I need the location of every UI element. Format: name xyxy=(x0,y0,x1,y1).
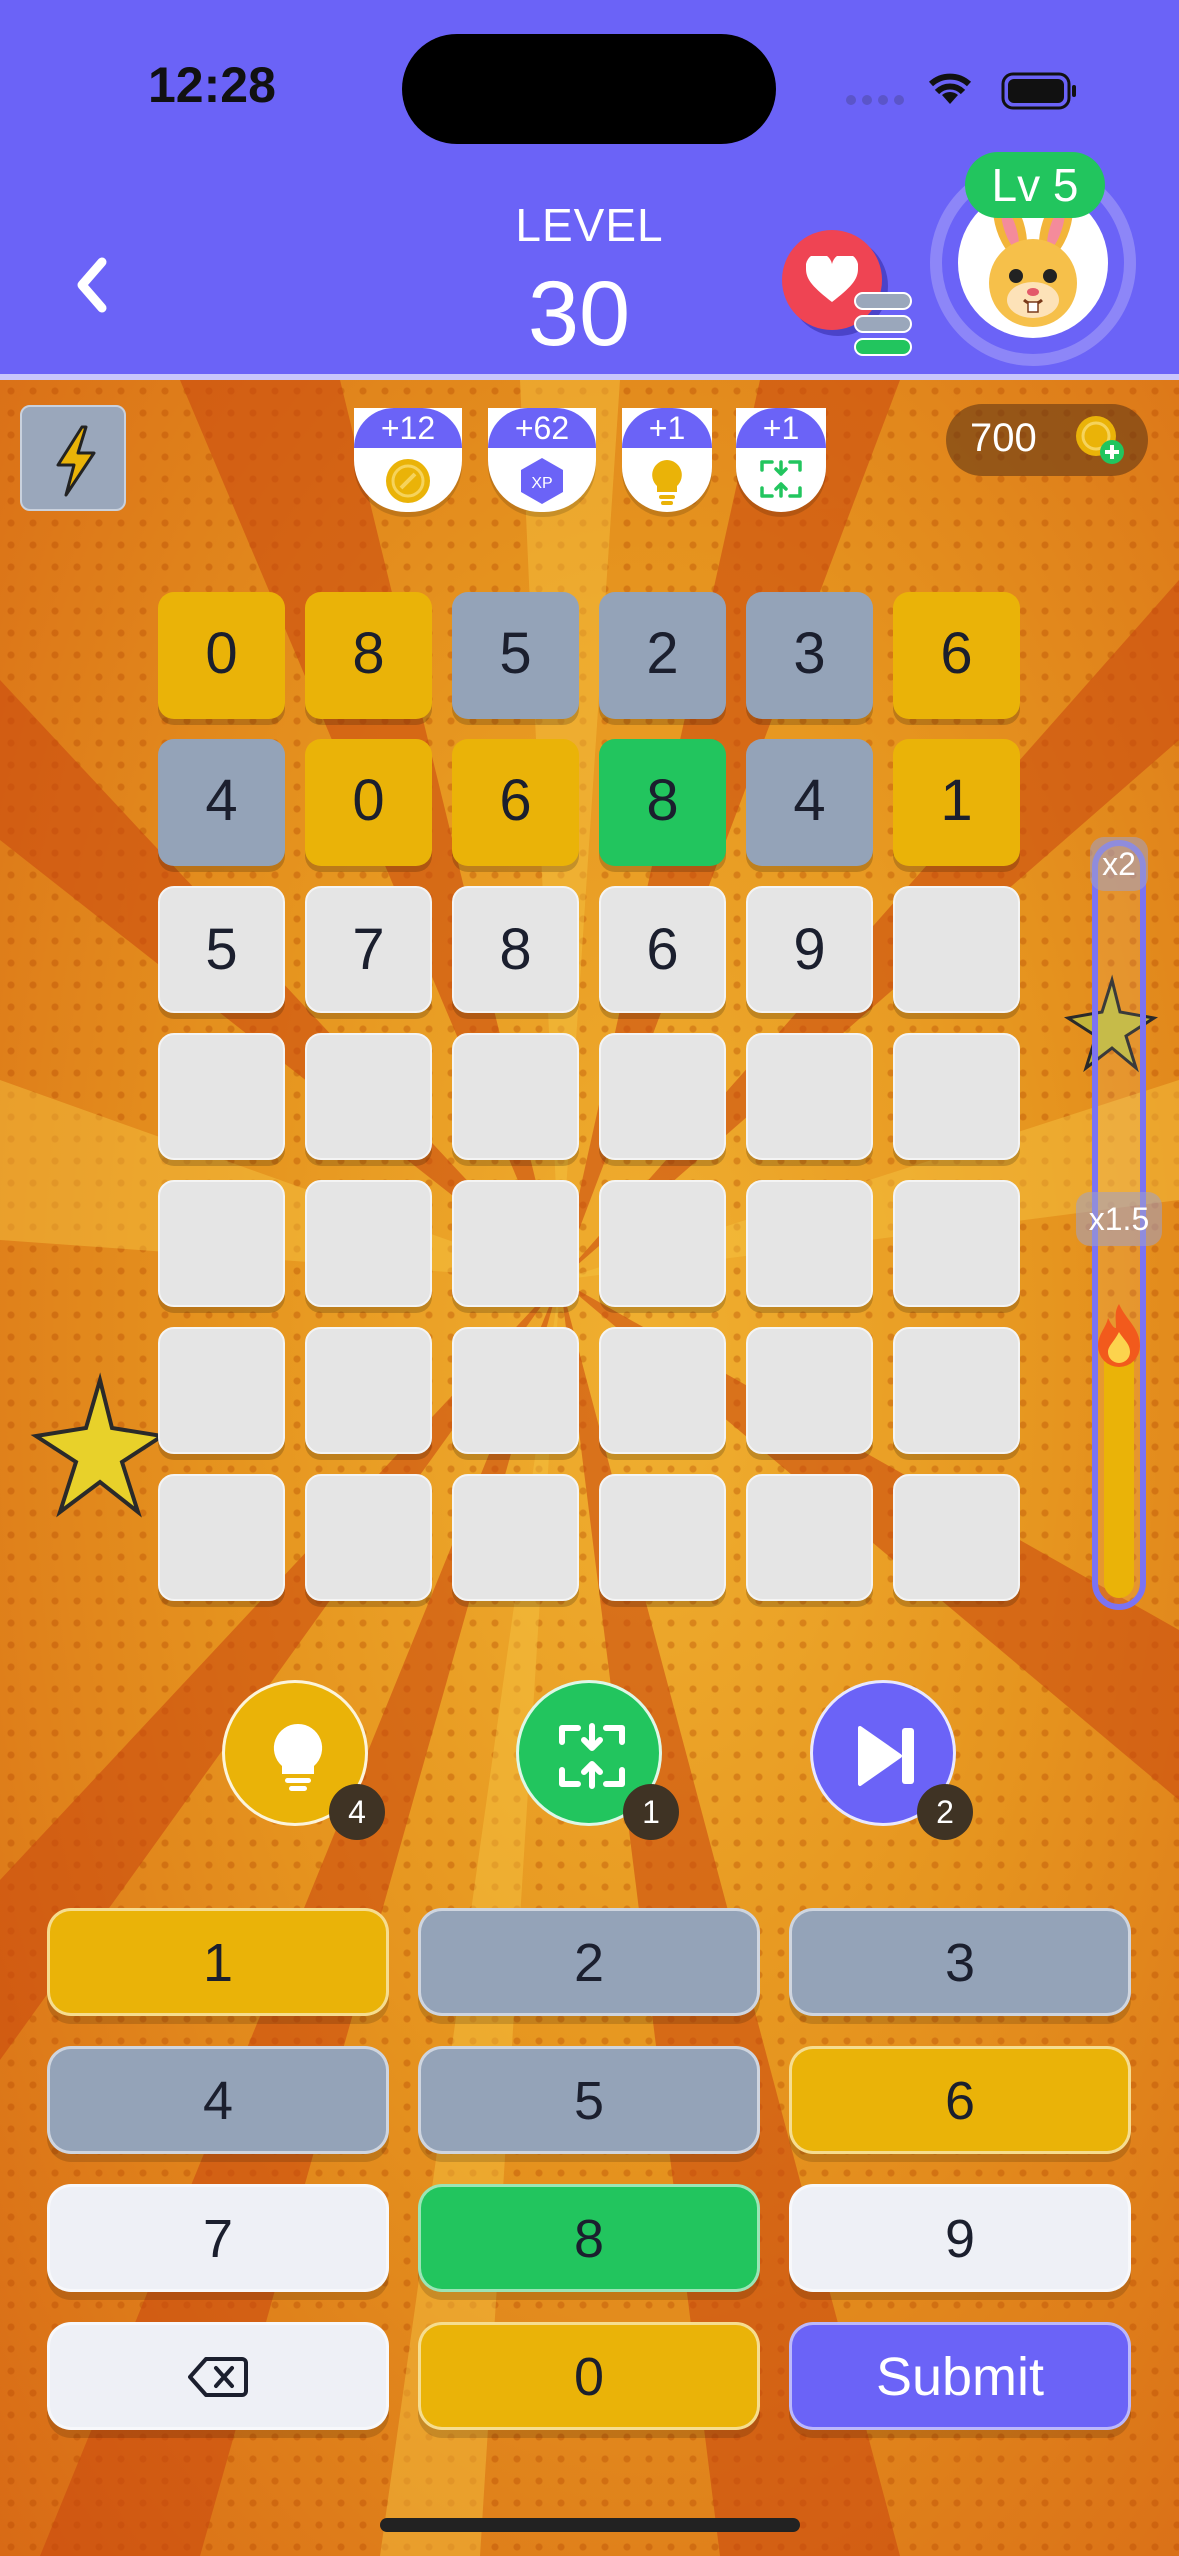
lightning-bolt-icon xyxy=(56,425,96,497)
lightbulb-icon xyxy=(273,1723,323,1791)
grid-cell[interactable] xyxy=(158,1180,285,1307)
grid-cell[interactable]: 7 xyxy=(305,886,432,1013)
multiplier-mid-label: x1.5 xyxy=(1076,1192,1162,1246)
digit-key[interactable]: 0 xyxy=(418,2322,760,2430)
reward-hint: +1 xyxy=(622,408,712,512)
digit-key[interactable]: 5 xyxy=(418,2046,760,2154)
reward-xp: +62 XP xyxy=(488,408,596,512)
swap-count-badge: 1 xyxy=(623,1784,679,1840)
flame-icon xyxy=(1098,1304,1140,1367)
top-bar: 12:28 LEVEL 30 Lv 5 xyxy=(0,0,1179,380)
grid-cell[interactable] xyxy=(599,1474,726,1601)
grid-cell[interactable]: 4 xyxy=(746,739,873,866)
grid-cell[interactable]: 5 xyxy=(452,592,579,719)
grid-cell[interactable] xyxy=(893,1327,1020,1454)
skip-icon xyxy=(858,1726,914,1786)
multiplier-top-label: x2 xyxy=(1090,837,1148,891)
backspace-key[interactable] xyxy=(47,2322,389,2430)
digit-key[interactable]: 7 xyxy=(47,2184,389,2292)
grid-cell[interactable] xyxy=(452,1327,579,1454)
grid-cell[interactable]: 1 xyxy=(893,739,1020,866)
grid-cell[interactable] xyxy=(746,1474,873,1601)
grid-cell[interactable] xyxy=(599,1327,726,1454)
digit-key[interactable]: 8 xyxy=(418,2184,760,2292)
grid-cell[interactable]: 2 xyxy=(599,592,726,719)
grid-cell[interactable]: 5 xyxy=(158,886,285,1013)
grid-cell[interactable]: 0 xyxy=(158,592,285,719)
grid-cell[interactable] xyxy=(305,1327,432,1454)
grid-cell[interactable] xyxy=(746,1327,873,1454)
submit-button[interactable]: Submit xyxy=(789,2322,1131,2430)
backspace-icon xyxy=(188,2357,248,2397)
digit-key[interactable]: 9 xyxy=(789,2184,1131,2292)
grid-cell[interactable]: 3 xyxy=(746,592,873,719)
coin-balance[interactable]: 700 xyxy=(946,404,1148,476)
reward-coins-label: +12 xyxy=(354,408,462,448)
dynamic-island xyxy=(402,34,776,144)
grid-cell[interactable] xyxy=(452,1180,579,1307)
lightbulb-icon xyxy=(652,460,682,505)
boost-button[interactable] xyxy=(20,405,126,511)
grid-cell[interactable] xyxy=(158,1474,285,1601)
svg-text:XP: XP xyxy=(531,475,552,492)
coin-balance-amount: 700 xyxy=(970,416,1037,460)
digit-key[interactable]: 6 xyxy=(789,2046,1131,2154)
hint-count-badge: 4 xyxy=(329,1784,385,1840)
multiplier-fill xyxy=(1104,1340,1134,1598)
grid-cell[interactable]: 6 xyxy=(893,592,1020,719)
skip-count-badge: 2 xyxy=(917,1784,973,1840)
reward-swap-label: +1 xyxy=(736,408,826,448)
digit-key[interactable]: 1 xyxy=(47,1908,389,2016)
grid-cell[interactable] xyxy=(893,886,1020,1013)
swap-icon xyxy=(760,460,802,498)
digit-key[interactable]: 3 xyxy=(789,1908,1131,2016)
grid-cell[interactable] xyxy=(452,1474,579,1601)
grid-cell[interactable]: 4 xyxy=(158,739,285,866)
grid-cell[interactable] xyxy=(158,1327,285,1454)
home-indicator xyxy=(380,2518,800,2532)
grid-cell[interactable] xyxy=(158,1033,285,1160)
swap-icon xyxy=(559,1723,625,1789)
grid-cell[interactable] xyxy=(305,1033,432,1160)
reward-xp-label: +62 xyxy=(488,408,596,448)
status-icons xyxy=(846,72,1076,110)
coin-icon xyxy=(386,459,430,503)
grid-cell[interactable]: 9 xyxy=(746,886,873,1013)
xp-icon: XP xyxy=(521,458,563,504)
grid-cell[interactable]: 8 xyxy=(599,739,726,866)
digit-key[interactable]: 4 xyxy=(47,2046,389,2154)
coin-add-icon xyxy=(1076,416,1124,464)
heart-icon xyxy=(806,256,858,302)
status-time: 12:28 xyxy=(148,57,276,113)
grid-cell[interactable] xyxy=(599,1033,726,1160)
grid-cell[interactable] xyxy=(746,1180,873,1307)
grid-cell[interactable] xyxy=(452,1033,579,1160)
grid-cell[interactable]: 0 xyxy=(305,739,432,866)
grid-cell[interactable] xyxy=(893,1033,1020,1160)
reward-swap: +1 xyxy=(736,408,826,512)
grid-cell[interactable]: 8 xyxy=(305,592,432,719)
grid-cell[interactable]: 8 xyxy=(452,886,579,1013)
grid-cell[interactable] xyxy=(599,1180,726,1307)
digit-key[interactable]: 2 xyxy=(418,1908,760,2016)
player-level-badge: Lv 5 xyxy=(965,152,1105,218)
grid-cell[interactable] xyxy=(893,1180,1020,1307)
grid-cell[interactable] xyxy=(746,1033,873,1160)
grid-cell[interactable]: 6 xyxy=(599,886,726,1013)
grid-cell[interactable]: 6 xyxy=(452,739,579,866)
reward-hint-label: +1 xyxy=(622,408,712,448)
lives-indicator xyxy=(854,292,912,361)
reward-coins: +12 xyxy=(354,408,462,512)
grid-cell[interactable] xyxy=(305,1180,432,1307)
grid-cell[interactable] xyxy=(893,1474,1020,1601)
grid-cell[interactable] xyxy=(305,1474,432,1601)
